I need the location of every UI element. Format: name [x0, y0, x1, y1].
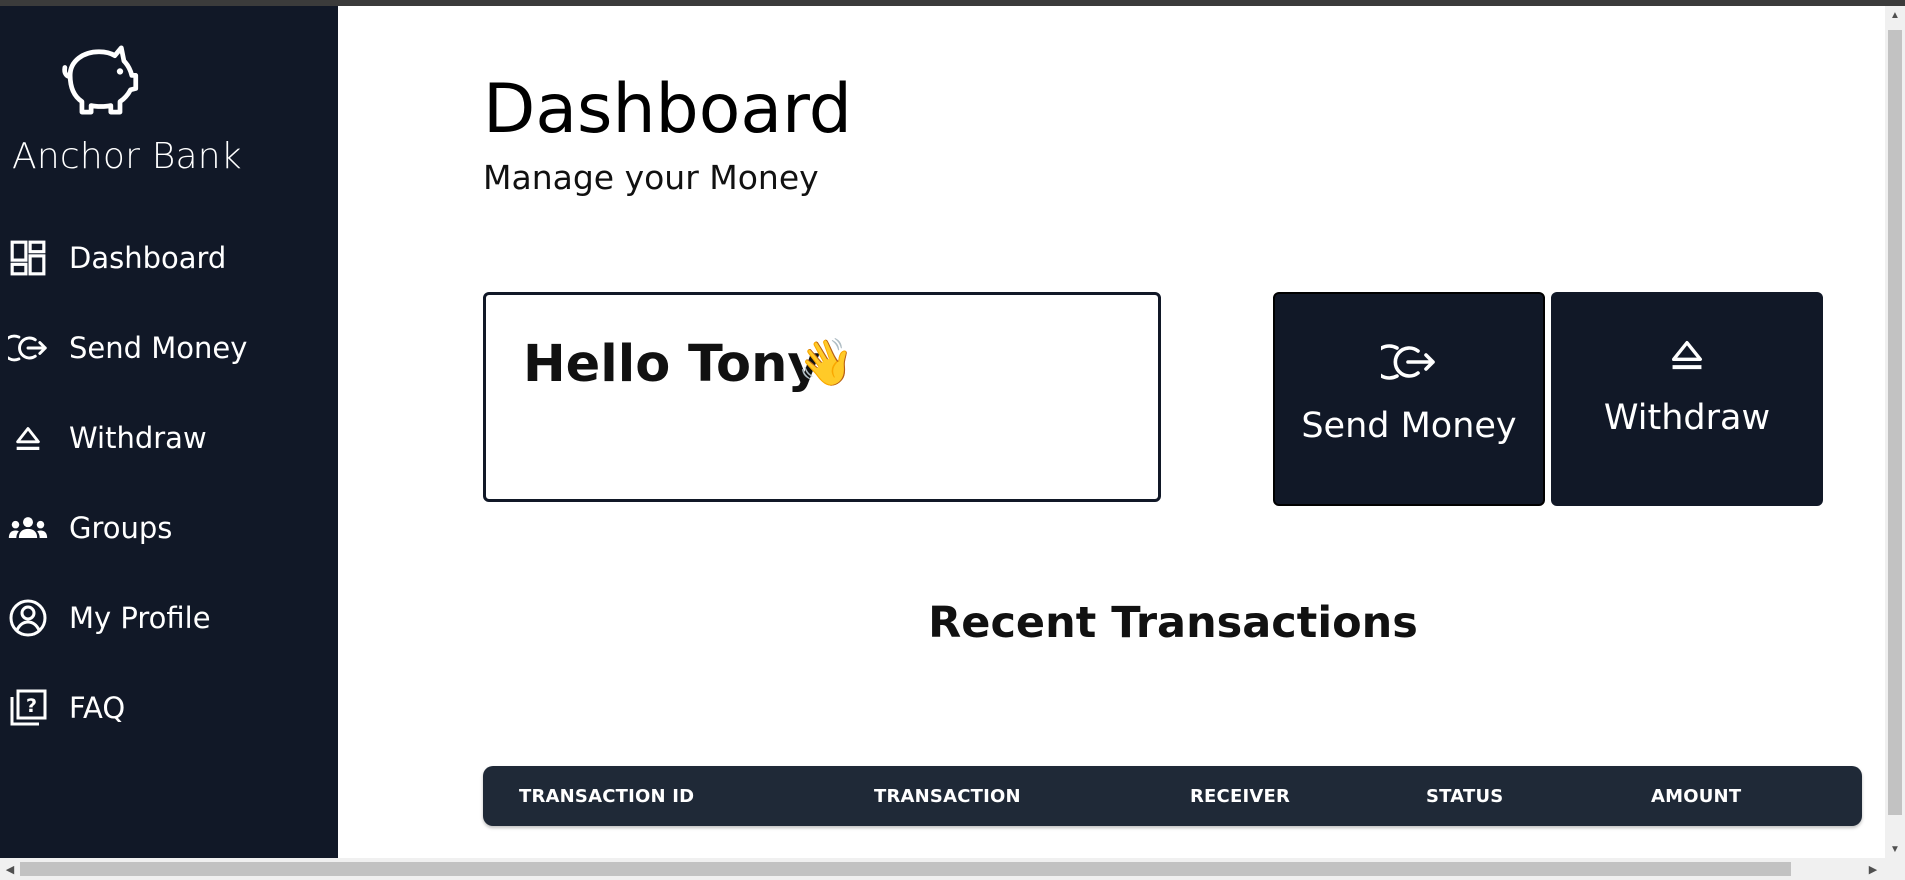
scroll-down-arrow-icon[interactable]: ▼ — [1885, 840, 1905, 858]
sidebar-item-dashboard[interactable]: Dashboard — [0, 228, 338, 288]
dashboard-grid-icon — [8, 238, 48, 278]
sidebar-item-label: FAQ — [69, 691, 126, 725]
page-subtitle: Manage your Money — [483, 158, 819, 197]
waving-hand-icon: 👋 — [797, 336, 855, 388]
column-header-transaction-id: TRANSACTION ID — [519, 786, 695, 807]
page-title: Dashboard — [483, 70, 852, 149]
vertical-scrollbar-thumb[interactable] — [1888, 30, 1902, 815]
horizontal-scrollbar[interactable]: ◀ ▶ — [0, 858, 1905, 880]
send-money-icon — [1371, 340, 1437, 388]
transactions-table-header: TRANSACTION ID TRANSACTION RECEIVER STAT… — [483, 766, 1862, 826]
send-money-icon — [8, 328, 48, 368]
faq-icon: ? — [8, 688, 48, 728]
sidebar-item-label: Dashboard — [69, 241, 227, 275]
sidebar-item-my-profile[interactable]: My Profile — [0, 588, 338, 648]
sidebar: Anchor Bank Dashboard Send Money Withdra… — [0, 6, 338, 858]
sidebar-item-groups[interactable]: Groups — [0, 498, 338, 558]
column-header-amount: AMOUNT — [1651, 786, 1742, 807]
sidebar-item-send-money[interactable]: Send Money — [0, 318, 338, 378]
sidebar-item-faq[interactable]: ? FAQ — [0, 678, 338, 738]
withdraw-eject-icon — [8, 418, 48, 458]
send-money-button[interactable]: Send Money — [1273, 292, 1545, 506]
column-header-transaction: TRANSACTION — [874, 786, 1021, 807]
piggy-bank-icon — [57, 36, 141, 120]
sidebar-item-label: Groups — [69, 511, 173, 545]
recent-transactions-title: Recent Transactions — [928, 598, 1418, 648]
column-header-status: STATUS — [1426, 786, 1504, 807]
sidebar-item-label: Send Money — [69, 331, 248, 365]
column-header-receiver: RECEIVER — [1190, 786, 1291, 807]
main-content: Dashboard Manage your Money Hello Tony 👋… — [338, 6, 1885, 858]
profile-icon — [8, 598, 48, 638]
vertical-scrollbar[interactable]: ▲ ▼ — [1885, 6, 1905, 858]
horizontal-scrollbar-thumb[interactable] — [20, 862, 1791, 876]
groups-icon — [8, 508, 48, 548]
svg-text:?: ? — [26, 695, 37, 717]
withdraw-button[interactable]: Withdraw — [1551, 292, 1823, 506]
greeting-text: Hello Tony — [523, 335, 821, 394]
sidebar-item-label: My Profile — [69, 601, 211, 635]
withdraw-label: Withdraw — [1603, 398, 1771, 438]
scroll-left-arrow-icon[interactable]: ◀ — [0, 858, 20, 880]
send-money-label: Send Money — [1301, 406, 1517, 446]
scroll-up-arrow-icon[interactable]: ▲ — [1885, 6, 1905, 24]
scroll-right-arrow-icon[interactable]: ▶ — [1863, 858, 1883, 880]
sidebar-item-withdraw[interactable]: Withdraw — [0, 408, 338, 468]
sidebar-item-label: Withdraw — [69, 421, 207, 455]
greeting-card: Hello Tony 👋 — [483, 292, 1161, 502]
brand-name: Anchor Bank — [12, 136, 242, 177]
withdraw-eject-icon — [1667, 336, 1707, 376]
